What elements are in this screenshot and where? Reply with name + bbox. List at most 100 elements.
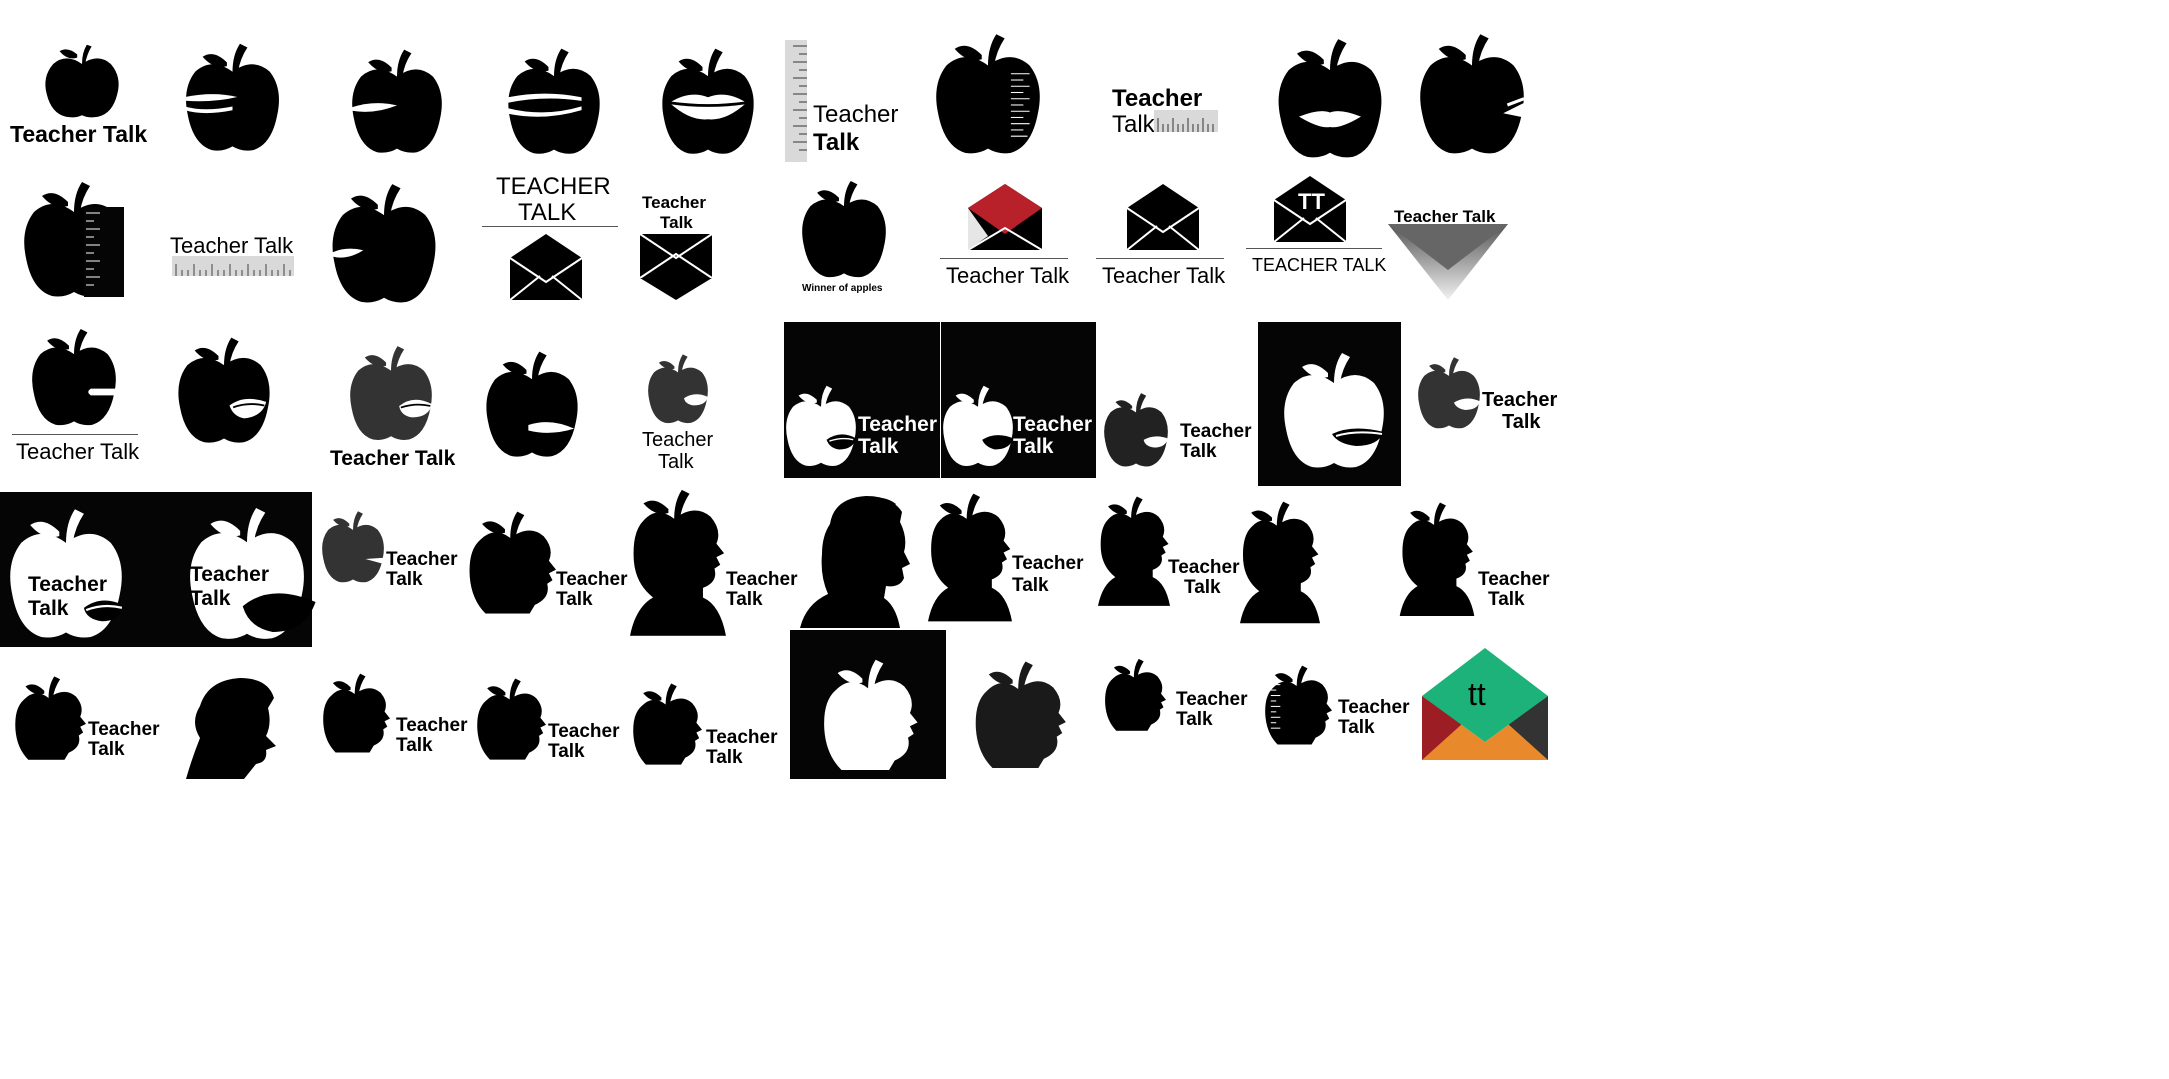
logo-concept-r1-8: Teacher Talk bbox=[1112, 86, 1232, 146]
brand-wordmark-line2: Talk bbox=[1013, 435, 1054, 458]
lips-icon bbox=[1278, 34, 1382, 160]
logo-concept-r1-1: Teacher Talk bbox=[10, 40, 150, 160]
brand-wordmark-line2: Talk bbox=[1488, 589, 1525, 610]
logo-concept-r3-2 bbox=[176, 334, 272, 444]
brand-wordmark-line2: Talk bbox=[556, 589, 593, 610]
logo-concept-r5-2 bbox=[186, 678, 282, 779]
apple-head-icon bbox=[974, 656, 1066, 768]
apple-head-icon bbox=[632, 676, 702, 768]
logo-concept-r4-5: Teacher Talk bbox=[630, 484, 800, 636]
logo-concept-r1-5 bbox=[662, 44, 754, 156]
brand-wordmark-line1: Teacher bbox=[28, 573, 107, 596]
brand-wordmark-line2: Talk bbox=[658, 451, 694, 473]
lips-icon bbox=[662, 44, 754, 156]
brand-wordmark-line2: Talk bbox=[726, 589, 763, 610]
ruler-icon bbox=[785, 40, 807, 162]
brand-wordmark-line1: Teacher bbox=[642, 429, 714, 451]
brand-wordmark-line2: Talk bbox=[28, 597, 69, 620]
brand-wordmark-line2: Talk bbox=[706, 747, 743, 768]
brand-wordmark-line2: Talk bbox=[190, 587, 231, 610]
apple-head-icon bbox=[322, 666, 390, 756]
apple-mouth-icon bbox=[332, 180, 436, 304]
brand-wordmark-line1: Teacher bbox=[1180, 421, 1252, 442]
divider bbox=[1246, 248, 1382, 249]
logo-concept-r3-8: Teacher Talk bbox=[1104, 388, 1254, 484]
brand-wordmark-line2: Talk bbox=[1338, 717, 1375, 738]
brand-wordmark: Teacher Talk bbox=[16, 439, 140, 464]
logo-concept-r2-4: TEACHER TALK bbox=[482, 174, 622, 304]
brand-wordmark-caps: TEACHER TALK bbox=[1252, 255, 1387, 275]
envelope-icon bbox=[1388, 224, 1508, 300]
logo-concept-r4-4: Teacher Talk bbox=[468, 506, 628, 616]
logo-concept-r4-8: Teacher Talk bbox=[1098, 486, 1248, 612]
brand-wordmark: Teacher Talk bbox=[946, 263, 1070, 288]
logo-concept-r5-10: tt bbox=[1422, 648, 1548, 760]
logo-concept-r5-6 bbox=[790, 630, 946, 779]
lips-icon bbox=[10, 500, 122, 644]
brand-wordmark-line1: Teacher bbox=[706, 727, 778, 748]
apple-mouth-icon bbox=[1420, 30, 1524, 155]
lips-icon bbox=[1418, 352, 1480, 432]
logo-concept-r5-8: Teacher Talk bbox=[1104, 654, 1254, 734]
brand-wordmark-line1: Teacher bbox=[1168, 557, 1240, 578]
brand-wordmark-line1: Teacher bbox=[726, 569, 798, 590]
logo-concept-r5-4: Teacher Talk bbox=[476, 672, 626, 772]
brand-wordmark-line2: Talk bbox=[386, 569, 423, 590]
brand-wordmark-line2: Talk bbox=[1180, 441, 1217, 462]
logo-concept-r1-10 bbox=[1420, 30, 1524, 155]
logo-concept-r2-5: Teacher Talk bbox=[640, 194, 720, 302]
logo-concept-r2-8: Teacher Talk bbox=[1096, 184, 1226, 288]
brand-wordmark-line2: Talk bbox=[1112, 111, 1155, 138]
head-silhouette-icon bbox=[630, 484, 726, 636]
brand-monogram: TT bbox=[1298, 189, 1325, 214]
brand-wordmark-line1: Teacher bbox=[548, 721, 620, 742]
divider bbox=[482, 226, 618, 227]
ruler-icon bbox=[1154, 110, 1218, 132]
brand-wordmark-caps-line2: TALK bbox=[518, 199, 577, 226]
logo-concept-r2-7: Teacher Talk bbox=[940, 184, 1070, 288]
logo-concept-r5-7 bbox=[974, 656, 1066, 768]
brand-monogram: tt bbox=[1468, 676, 1486, 712]
lips-icon bbox=[176, 334, 272, 444]
logo-concept-r4-6 bbox=[800, 494, 912, 628]
apple-head-icon bbox=[1264, 660, 1332, 746]
lips-icon bbox=[1282, 346, 1384, 472]
logo-concept-r5-3: Teacher Talk bbox=[322, 666, 472, 766]
envelope-icon bbox=[640, 234, 712, 300]
apple-mouth-icon bbox=[32, 322, 116, 430]
brand-wordmark-line1: Teacher bbox=[386, 549, 458, 570]
brand-wordmark-line1: Teacher bbox=[1013, 413, 1092, 436]
brand-wordmark: Teacher Talk bbox=[170, 233, 294, 258]
apple-icon bbox=[936, 30, 1040, 155]
logo-concept-r3-7: Teacher Talk bbox=[941, 322, 1096, 478]
logo-concept-r4-1: Teacher Talk bbox=[0, 492, 156, 647]
logo-concept-r1-6: Teacher Talk bbox=[785, 40, 905, 165]
logo-concept-r2-6: Winner of apples bbox=[798, 174, 898, 298]
logo-concept-r3-3: Teacher Talk bbox=[328, 340, 458, 474]
logo-concept-r5-9: Teacher Talk bbox=[1264, 660, 1414, 746]
logo-concept-r4-2: Teacher Talk bbox=[156, 492, 316, 647]
lips-icon bbox=[1104, 388, 1168, 470]
apple-icon bbox=[802, 174, 886, 282]
brand-wordmark-line1: Teacher bbox=[556, 569, 628, 590]
apple-head-icon bbox=[14, 670, 86, 762]
head-silhouette-icon bbox=[186, 678, 276, 779]
ruler-icon bbox=[172, 256, 294, 276]
brand-wordmark-line2: Talk bbox=[1176, 709, 1213, 730]
brand-wordmark-line1: Teacher bbox=[1112, 85, 1203, 112]
brand-wordmark-line2: Talk bbox=[813, 129, 860, 156]
divider bbox=[12, 434, 138, 435]
brand-wordmark-line1: Teacher bbox=[190, 563, 269, 586]
logo-concept-r1-9 bbox=[1278, 34, 1382, 160]
brand-wordmark-caps-line1: TEACHER bbox=[496, 173, 611, 200]
logo-concept-r4-3: Teacher Talk bbox=[322, 506, 462, 596]
logo-concept-r5-5: Teacher Talk bbox=[632, 676, 782, 776]
apple-mouth-icon bbox=[185, 40, 280, 152]
logo-concept-r4-9 bbox=[1240, 490, 1320, 630]
brand-wordmark-line1: Teacher bbox=[858, 413, 937, 436]
logo-concept-r3-6: Teacher Talk bbox=[784, 322, 940, 478]
brand-wordmark-line2: Talk bbox=[1184, 577, 1221, 598]
brand-wordmark: Teacher Talk bbox=[10, 121, 148, 147]
brand-wordmark-line2: Talk bbox=[396, 735, 433, 756]
apple-mouth-icon bbox=[352, 44, 442, 156]
